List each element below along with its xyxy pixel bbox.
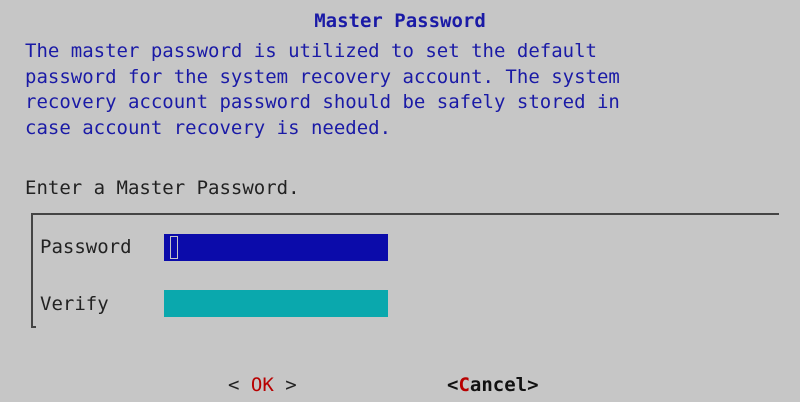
cancel-button-left-bracket: < [447, 374, 459, 396]
password-label: Password [40, 236, 132, 258]
form-frame-top-border [31, 213, 779, 215]
cancel-button-right-bracket: > [527, 374, 539, 396]
verify-input[interactable] [164, 290, 388, 317]
cancel-button[interactable]: <Cancel> [447, 374, 539, 396]
cancel-button-label-rest: ancel [469, 374, 528, 396]
text-cursor [170, 236, 178, 259]
password-input[interactable] [164, 234, 388, 261]
ok-button-right-bracket: > [273, 374, 297, 396]
dialog-description: The master password is utilized to set t… [25, 40, 620, 139]
form-frame-left-border [31, 213, 33, 328]
cancel-button-hotkey: C [458, 374, 470, 396]
verify-label: Verify [40, 293, 109, 315]
master-password-dialog: Master Password The master password is u… [0, 0, 800, 402]
ok-button-label-rest: K [262, 374, 274, 396]
ok-button[interactable]: < OK > [228, 374, 297, 396]
ok-button-left-bracket: < [228, 374, 251, 396]
dialog-title: Master Password [314, 10, 486, 32]
form-frame-corner [31, 326, 36, 328]
ok-button-hotkey: O [250, 374, 263, 396]
password-prompt: Enter a Master Password. [25, 177, 300, 199]
